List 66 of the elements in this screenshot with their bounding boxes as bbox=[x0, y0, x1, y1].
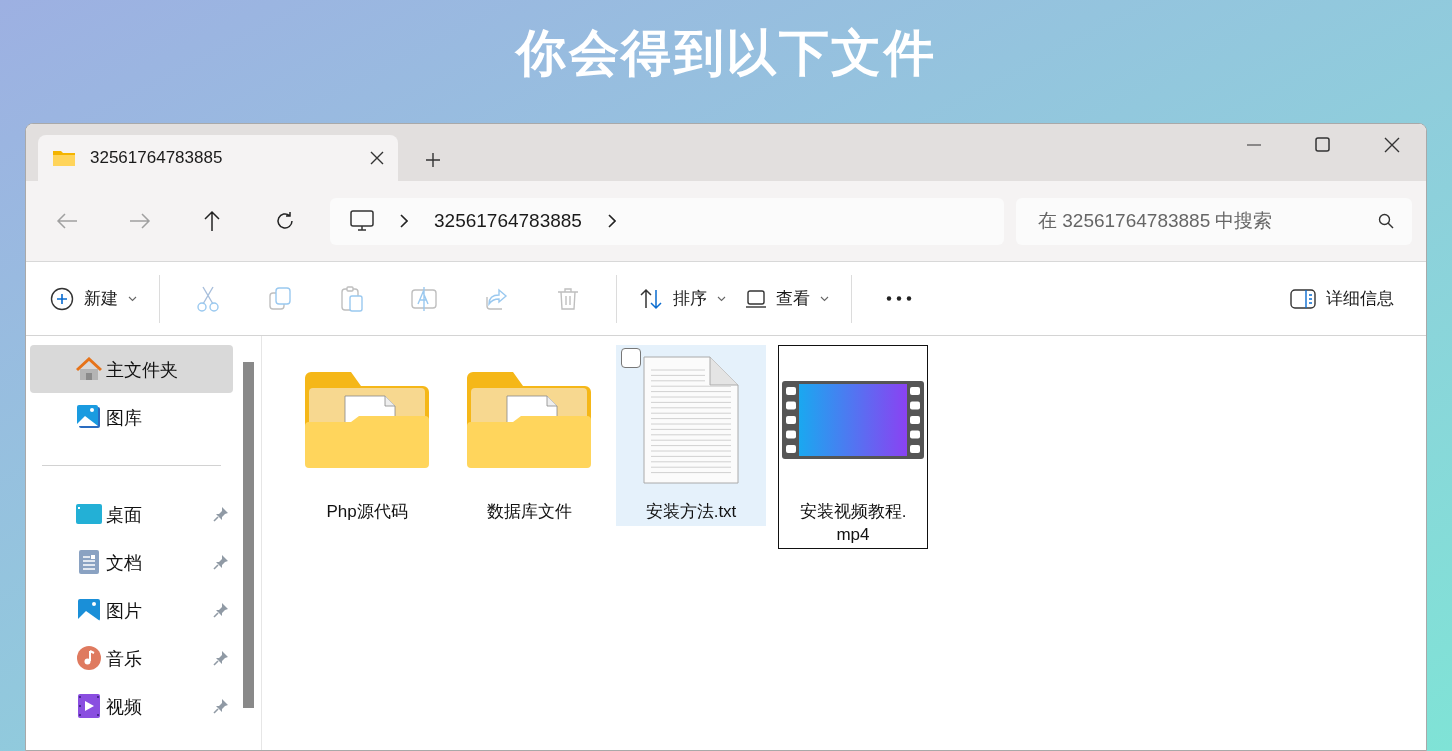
view-button[interactable]: 查看 bbox=[736, 276, 839, 321]
music-note-icon bbox=[76, 646, 102, 670]
trash-icon bbox=[557, 286, 579, 311]
page-heading: 你会得到以下文件 bbox=[516, 23, 936, 84]
image-icon bbox=[76, 599, 102, 621]
pin-icon[interactable] bbox=[213, 602, 229, 618]
checkbox[interactable] bbox=[621, 348, 641, 368]
chevron-right-icon[interactable] bbox=[400, 214, 408, 228]
search-icon bbox=[1378, 213, 1394, 229]
sidebar-item[interactable]: 桌面 bbox=[30, 490, 233, 538]
maximize-icon[interactable] bbox=[1315, 137, 1330, 152]
scissors-icon bbox=[196, 285, 220, 312]
sidebar-item[interactable]: 视频 bbox=[30, 682, 233, 730]
folder-icon bbox=[52, 148, 76, 168]
document-icon bbox=[76, 550, 102, 574]
share-icon bbox=[484, 287, 508, 310]
pin-icon[interactable] bbox=[213, 650, 229, 666]
chevron-right-icon[interactable] bbox=[607, 214, 616, 228]
image-icon bbox=[76, 405, 102, 429]
back-icon[interactable] bbox=[56, 212, 78, 230]
file-item[interactable]: 安装视频教程.mp4 bbox=[778, 345, 928, 549]
pin-icon[interactable] bbox=[213, 506, 229, 522]
monitor-icon bbox=[746, 289, 766, 308]
copy-icon bbox=[268, 286, 292, 311]
search-placeholder: 在 32561764783885 中搜索 bbox=[1038, 208, 1274, 233]
search-field[interactable]: 在 32561764783885 中搜索 bbox=[1016, 197, 1412, 245]
sort-arrows-icon bbox=[639, 287, 663, 310]
clipboard-icon bbox=[340, 285, 364, 312]
refresh-icon[interactable] bbox=[275, 211, 295, 231]
desktop-icon bbox=[76, 504, 102, 524]
up-icon[interactable] bbox=[203, 210, 221, 232]
details-button[interactable]: 详细信息 bbox=[1280, 276, 1404, 321]
sort-button[interactable]: 排序 bbox=[629, 276, 736, 321]
caret-icon bbox=[820, 295, 829, 302]
forward-icon[interactable] bbox=[129, 212, 151, 230]
new-tab-icon[interactable] bbox=[426, 153, 440, 167]
computer-icon bbox=[350, 210, 374, 232]
sidebar-item[interactable]: 音乐 bbox=[30, 634, 233, 682]
scrollbar[interactable] bbox=[243, 362, 254, 708]
file-item[interactable]: Php源代码 bbox=[292, 345, 442, 526]
new-button[interactable]: 新建 bbox=[40, 276, 147, 321]
folder-icon bbox=[465, 370, 593, 470]
sidebar-item[interactable]: 图片 bbox=[30, 586, 233, 634]
file-item[interactable]: 数据库文件 bbox=[454, 345, 604, 526]
close-icon[interactable] bbox=[1384, 137, 1400, 153]
house-icon bbox=[76, 357, 102, 381]
text-box-icon bbox=[411, 284, 437, 313]
folder-icon bbox=[303, 370, 431, 470]
plus-circle-icon bbox=[50, 286, 74, 311]
text-file-icon bbox=[643, 356, 739, 484]
file-item[interactable]: 安装方法.txt bbox=[616, 345, 766, 526]
caret-icon bbox=[717, 295, 726, 302]
sidebar-item[interactable]: 图库 bbox=[30, 393, 233, 441]
side-panel-icon bbox=[1290, 288, 1316, 309]
tab-title: 32561764783885 bbox=[90, 147, 224, 170]
address-bar[interactable]: 32561764783885 bbox=[330, 197, 1004, 245]
more-icon bbox=[886, 296, 912, 301]
pin-icon[interactable] bbox=[213, 554, 229, 570]
sidebar-item[interactable]: 文档 bbox=[30, 538, 233, 586]
tab[interactable]: 32561764783885 bbox=[38, 135, 398, 181]
film-icon bbox=[76, 694, 102, 718]
path-segment[interactable]: 32561764783885 bbox=[434, 206, 582, 236]
caret-icon bbox=[128, 295, 137, 302]
pin-icon[interactable] bbox=[213, 698, 229, 714]
close-tab-icon[interactable] bbox=[370, 151, 384, 165]
sidebar-item[interactable]: 主文件夹 bbox=[30, 345, 233, 393]
